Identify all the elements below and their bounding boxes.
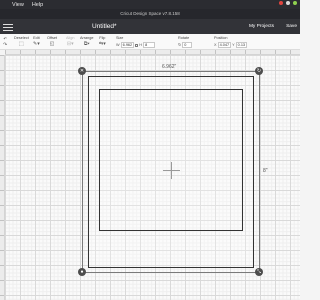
resize-icon[interactable]: ⤡ <box>255 268 263 276</box>
deselect-label: Deselect <box>14 36 29 40</box>
y-input[interactable]: 0.13 <box>235 42 248 48</box>
offset-label: Offset <box>47 36 58 40</box>
undo-group[interactable]: ↶ ↷ <box>3 36 7 48</box>
align-icon: ⊟▾ <box>66 41 74 47</box>
flip-icon: ⇆▾ <box>99 41 106 47</box>
window-title-bar: Cricut Design Space v7.8.158 <box>0 9 300 19</box>
document-title[interactable]: Untitled* <box>92 21 117 32</box>
offset-icon: ◱ <box>49 41 55 47</box>
x-label: X <box>214 43 217 47</box>
offset-button[interactable]: Offset ◱ <box>47 36 57 47</box>
size-label: Size <box>116 36 124 40</box>
flip-label: Flip <box>99 36 106 40</box>
width-label: W <box>116 43 120 47</box>
status-dot-icon <box>279 1 283 5</box>
deselect-button[interactable]: Deselect ⬚ <box>14 36 29 47</box>
polaroid-frame-window[interactable] <box>99 89 243 231</box>
save-button[interactable]: Save <box>286 21 297 32</box>
menu-item-help[interactable]: Help <box>32 2 43 8</box>
position-label: Position <box>214 36 228 40</box>
status-dot-icon <box>293 1 297 5</box>
undo-icon[interactable]: ↶ <box>3 36 7 41</box>
position-group: Position X 4.047 Y 0.13 <box>214 36 248 48</box>
deselect-icon: ⬚ <box>19 41 24 47</box>
lock-icon[interactable] <box>135 43 139 47</box>
arrange-icon: ⧉▾ <box>83 41 90 47</box>
size-group: Size W 6.962 H 8 <box>116 36 156 48</box>
redo-icon[interactable]: ↷ <box>3 43 7 48</box>
align-button[interactable]: Align ⊟▾ <box>66 36 74 47</box>
height-input[interactable]: 8 <box>143 42 156 48</box>
arrange-label: Arrange <box>80 36 94 40</box>
menu-item-view[interactable]: View <box>12 2 24 8</box>
delete-icon[interactable]: ✕ <box>78 67 86 75</box>
rotate-icon: ↻ <box>178 43 182 47</box>
rotate-icon[interactable]: ↻ <box>255 67 263 75</box>
edit-button[interactable]: Edit ✎▾ <box>33 36 40 47</box>
rotate-label: Rotate <box>178 36 190 40</box>
app-header: Untitled* My Projects Save <box>0 19 300 34</box>
flip-button[interactable]: Flip ⇆▾ <box>99 36 106 47</box>
edit-icon: ✎▾ <box>33 41 40 47</box>
status-dot-icon <box>286 1 290 5</box>
arrange-button[interactable]: Arrange ⧉▾ <box>80 36 94 47</box>
height-label: H <box>139 43 143 47</box>
mac-menu-bar: View Help <box>0 0 300 9</box>
align-label: Align <box>66 36 75 40</box>
edit-label: Edit <box>33 36 40 40</box>
window-title: Cricut Design Space v7.8.158 <box>120 11 180 16</box>
rotate-group: Rotate ↻ 0 <box>178 36 193 48</box>
y-label: Y <box>232 43 235 47</box>
my-projects-button[interactable]: My Projects <box>249 21 274 32</box>
x-input[interactable]: 4.047 <box>217 42 232 48</box>
edit-toolbar: ↶ ↷ Deselect ⬚ Edit ✎▾ Offset ◱ Align ⊟▾… <box>0 34 300 50</box>
status-icons <box>279 1 297 5</box>
width-input[interactable]: 6.962 <box>120 42 135 48</box>
width-dimension-label: 6.962" <box>162 64 177 70</box>
center-crosshair-icon <box>163 162 180 179</box>
lock-icon[interactable]: ● <box>78 268 86 276</box>
rotate-input[interactable]: 0 <box>182 42 193 48</box>
height-dimension-label: 8" <box>263 168 268 174</box>
menu-icon[interactable] <box>3 22 13 31</box>
